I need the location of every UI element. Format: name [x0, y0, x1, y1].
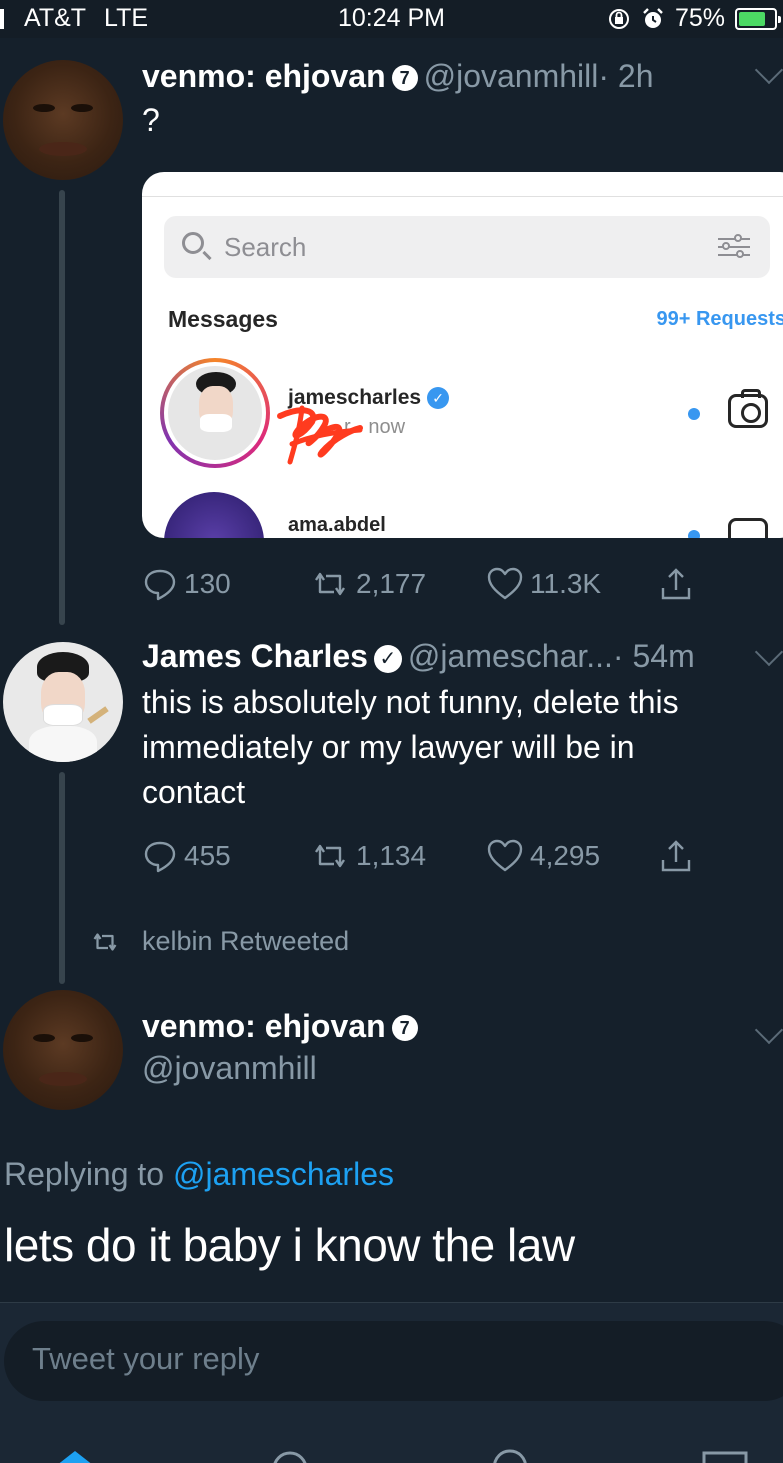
- retweet-notice[interactable]: kelbin Retweeted: [90, 926, 349, 957]
- heart-icon: [487, 839, 523, 872]
- reply-bar: Tweet your reply: [0, 1302, 783, 1463]
- verified-icon: ✓: [427, 387, 450, 409]
- heart-icon: [487, 567, 523, 600]
- like-button[interactable]: 4,295: [486, 838, 600, 874]
- thread-line: [59, 772, 65, 984]
- search-placeholder: Search: [224, 232, 307, 262]
- display-name[interactable]: James Charles: [142, 638, 368, 674]
- share-icon: [661, 840, 691, 872]
- tweet-header: venmo: ehjovan 7: [142, 1008, 424, 1045]
- messages-tab-icon[interactable]: [700, 1449, 750, 1463]
- search-tab-icon[interactable]: [268, 1449, 312, 1463]
- chevron-down-icon[interactable]: [754, 1015, 783, 1045]
- avatar-jovanmhill[interactable]: [3, 60, 123, 180]
- thread-username: ama.abdel: [288, 514, 386, 536]
- camera-icon: [728, 389, 768, 428]
- chevron-down-icon[interactable]: [754, 637, 783, 667]
- reply-button[interactable]: 130: [142, 566, 231, 602]
- tweet-actions: 130 2,177 11.3K: [142, 566, 702, 606]
- tweet-header: venmo: ehjovan 7 @jovanmhill· 2h: [142, 58, 654, 95]
- requests-link: 99+ Requests: [656, 308, 783, 330]
- embedded-screenshot[interactable]: Search Messages 99+ Requests jamescharle…: [142, 172, 783, 538]
- reply-count: 455: [184, 840, 231, 871]
- reply-count: 130: [184, 568, 231, 599]
- battery-icon: [735, 7, 781, 30]
- home-tab-icon[interactable]: [48, 1449, 102, 1463]
- reply-icon: [144, 841, 176, 873]
- retweet-button[interactable]: 2,177: [310, 566, 426, 602]
- retweet-icon: [315, 572, 345, 596]
- share-icon: [661, 568, 691, 600]
- retweet-count: 1,134: [356, 840, 427, 871]
- handle[interactable]: @jameschar...: [408, 638, 613, 674]
- display-name[interactable]: venmo: ehjovan: [142, 58, 386, 94]
- verified-icon: ✓: [373, 645, 402, 673]
- mention-link[interactable]: @jamescharles: [173, 1156, 394, 1192]
- reply-icon: [144, 569, 176, 601]
- share-button[interactable]: [658, 566, 700, 602]
- replying-to: Replying to @jamescharles: [4, 1156, 394, 1192]
- emoji-badge: 7: [391, 65, 418, 91]
- camera-icon: [728, 518, 768, 538]
- search-icon: [182, 232, 204, 254]
- retweet-icon: [93, 932, 117, 951]
- reply-input[interactable]: Tweet your reply: [4, 1321, 783, 1401]
- handle[interactable]: @jovanmhill: [142, 1050, 317, 1086]
- like-button[interactable]: 11.3K: [486, 566, 601, 602]
- handle[interactable]: @jovanmhill: [424, 58, 599, 94]
- retweet-button[interactable]: 1,134: [310, 838, 426, 874]
- emoji-badge: 7: [391, 1015, 418, 1041]
- tweet-text: ?: [142, 102, 160, 138]
- reply-button[interactable]: 455: [142, 838, 231, 874]
- thread-avatar: [164, 492, 264, 538]
- thread-line: [59, 190, 65, 625]
- display-name[interactable]: venmo: ehjovan: [142, 1008, 386, 1044]
- timestamp: · 54m: [612, 638, 695, 674]
- tweet-text: this is absolutely not funny, delete thi…: [142, 684, 679, 810]
- chevron-down-icon[interactable]: [754, 55, 783, 85]
- story-ring-avatar: [160, 358, 270, 468]
- tweet-header: James Charles ✓ @jameschar...· 54m: [142, 638, 695, 675]
- status-bar: AT&T LTE 10:24 PM 75%: [0, 0, 783, 38]
- battery-percent: 75%: [674, 4, 725, 32]
- share-button[interactable]: [658, 838, 700, 874]
- like-count: 4,295: [530, 840, 601, 871]
- unread-dot: [688, 530, 700, 538]
- red-scribble-redaction: [277, 405, 363, 465]
- avatar-jamescharles[interactable]: [3, 642, 123, 762]
- retweet-count: 2,177: [356, 568, 427, 599]
- tweet-actions: 455 1,134 4,295: [142, 838, 702, 878]
- timestamp: · 2h: [598, 58, 654, 94]
- reply-placeholder: Tweet your reply: [32, 1341, 260, 1376]
- focused-tweet-text: lets do it baby i know the law: [4, 1219, 575, 1271]
- notifications-tab-icon[interactable]: [488, 1449, 532, 1463]
- filter-icon: [718, 234, 750, 260]
- messages-heading: Messages: [168, 306, 278, 332]
- like-count: 11.3K: [530, 568, 602, 599]
- orientation-lock-icon: [608, 8, 629, 29]
- unread-dot: [688, 408, 700, 420]
- avatar-jovanmhill[interactable]: [3, 990, 123, 1110]
- alarm-icon: [643, 7, 663, 28]
- search-bar: Search: [164, 216, 770, 278]
- retweet-icon: [315, 844, 345, 868]
- tweet-handle-row: @jovanmhill: [142, 1050, 317, 1087]
